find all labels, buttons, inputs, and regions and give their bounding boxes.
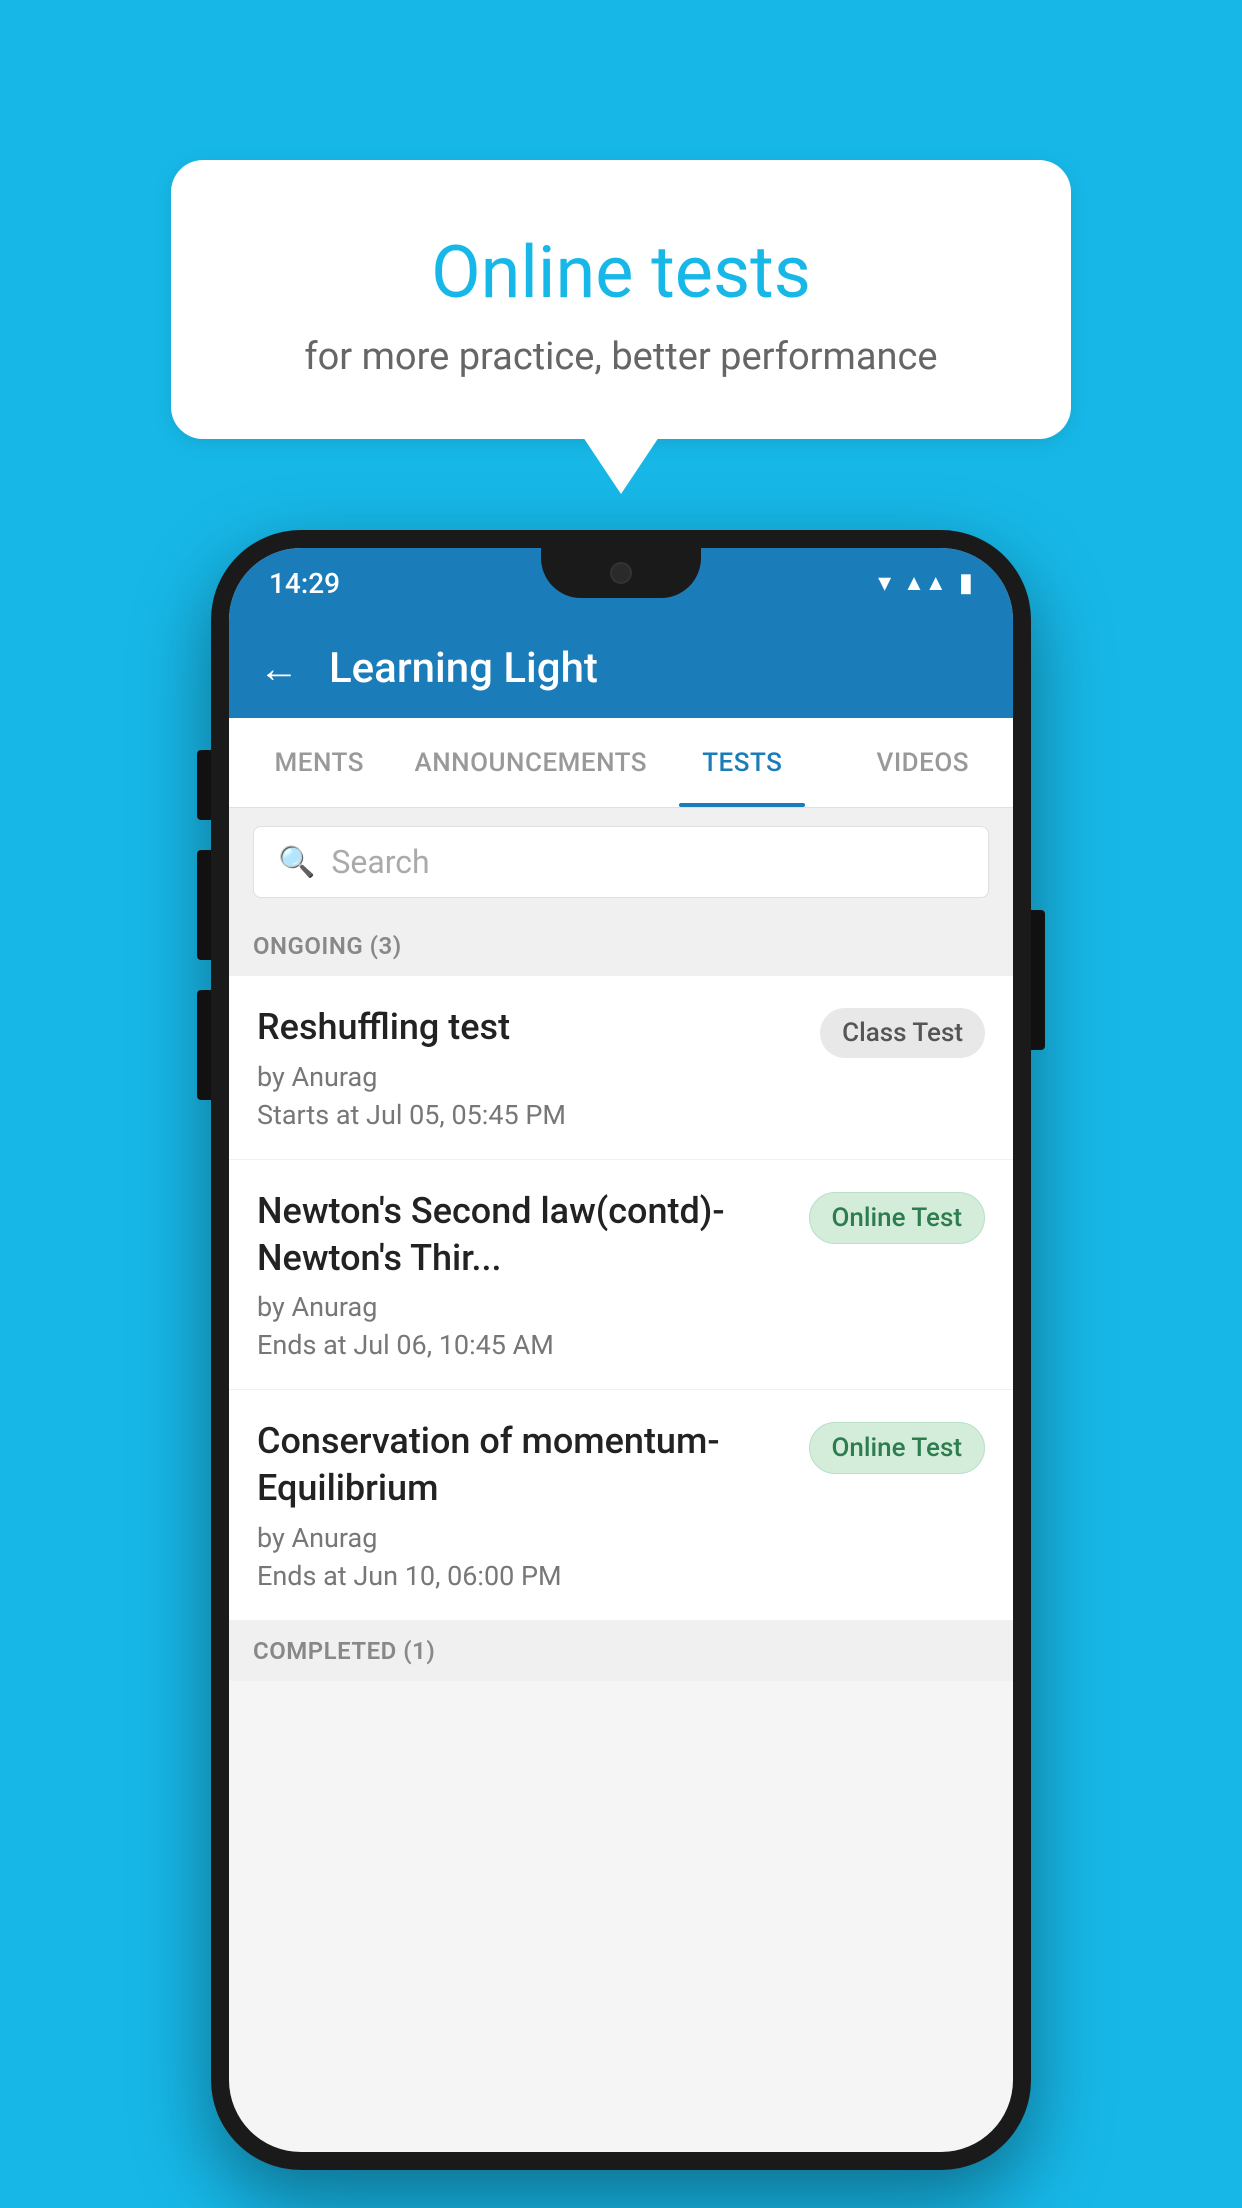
search-placeholder: Search [331,843,429,881]
promo-title: Online tests [231,230,1011,315]
front-camera [610,562,632,584]
promo-subtitle: for more practice, better performance [231,335,1011,379]
phone-notch [541,548,701,598]
app-bar: ← Learning Light [229,618,1013,718]
promo-container: Online tests for more practice, better p… [171,160,1071,439]
battery-icon: ▮ [959,568,973,598]
test-time-2: Ends at Jul 06, 10:45 AM [257,1329,793,1361]
phone-side-btn-3 [197,990,211,1100]
test-info-2: Newton's Second law(contd)-Newton's Thir… [257,1188,793,1362]
wifi-icon: ▾ [878,568,891,598]
tab-ments[interactable]: MENTS [229,718,409,807]
test-name-3: Conservation of momentum-Equilibrium [257,1418,793,1512]
back-button[interactable]: ← [259,645,299,692]
search-box[interactable]: 🔍 Search [253,826,989,898]
test-by-3: by Anurag [257,1522,793,1554]
tab-tests[interactable]: TESTS [652,718,832,807]
test-item-3[interactable]: Conservation of momentum-Equilibrium by … [229,1390,1013,1621]
search-container: 🔍 Search [229,808,1013,916]
status-time: 14:29 [269,567,340,600]
test-by-1: by Anurag [257,1061,804,1093]
test-info-1: Reshuffling test by Anurag Starts at Jul… [257,1004,804,1131]
phone-side-btn-1 [197,750,211,820]
test-name-2: Newton's Second law(contd)-Newton's Thir… [257,1188,793,1282]
test-item[interactable]: Reshuffling test by Anurag Starts at Jul… [229,976,1013,1160]
tab-announcements[interactable]: ANNOUNCEMENTS [409,718,652,807]
test-item-2[interactable]: Newton's Second law(contd)-Newton's Thir… [229,1160,1013,1391]
test-info-3: Conservation of momentum-Equilibrium by … [257,1418,793,1592]
search-icon: 🔍 [278,845,315,880]
test-badge-2: Online Test [809,1192,986,1244]
phone-screen: 14:29 ▾ ▲▲ ▮ ← Learning Light MENTS ANNO… [229,548,1013,2152]
status-icons: ▾ ▲▲ ▮ [878,568,973,598]
test-badge-1: Class Test [820,1008,985,1058]
test-badge-3: Online Test [809,1422,986,1474]
test-by-2: by Anurag [257,1291,793,1323]
promo-bubble: Online tests for more practice, better p… [171,160,1071,439]
test-time-3: Ends at Jun 10, 06:00 PM [257,1560,793,1592]
test-name-1: Reshuffling test [257,1004,804,1051]
phone-frame: 14:29 ▾ ▲▲ ▮ ← Learning Light MENTS ANNO… [211,530,1031,2170]
ongoing-section-header: ONGOING (3) [229,916,1013,976]
test-time-1: Starts at Jul 05, 05:45 PM [257,1099,804,1131]
tab-videos[interactable]: VIDEOS [833,718,1013,807]
completed-section-header: COMPLETED (1) [229,1621,1013,1681]
app-bar-title: Learning Light [329,644,598,693]
signal-icon: ▲▲ [903,570,947,596]
tests-list: Reshuffling test by Anurag Starts at Jul… [229,976,1013,1621]
phone-side-btn-2 [197,850,211,960]
tabs-bar: MENTS ANNOUNCEMENTS TESTS VIDEOS [229,718,1013,808]
phone-side-btn-right [1031,910,1045,1050]
